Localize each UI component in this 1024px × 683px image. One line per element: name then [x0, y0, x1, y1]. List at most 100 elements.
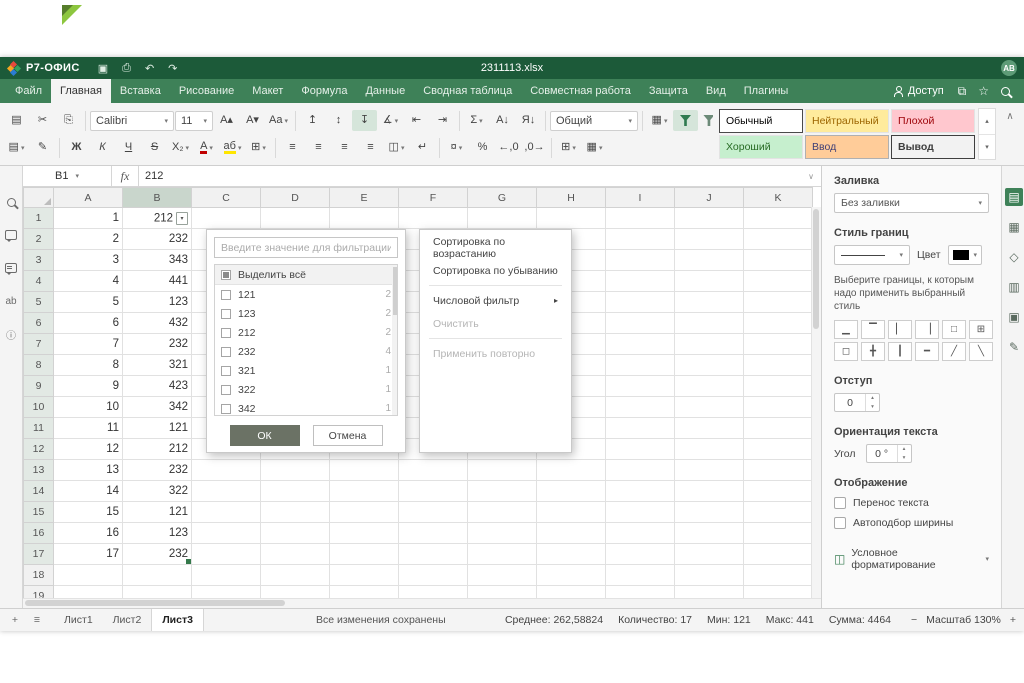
column-header-k[interactable]: K	[744, 188, 813, 208]
row-header-1[interactable]: 1	[24, 208, 54, 229]
cell-a6[interactable]: 6	[54, 313, 123, 334]
cell-g1[interactable]	[468, 208, 537, 229]
checkbox-icon[interactable]	[221, 309, 231, 319]
cell-f17[interactable]	[399, 544, 468, 565]
row-header-18[interactable]: 18	[24, 565, 54, 586]
checkbox-indeterminate-icon[interactable]	[221, 270, 231, 280]
font-size-select[interactable]: 11▾	[175, 111, 213, 131]
menu-tab-insert[interactable]: Вставка	[111, 79, 170, 103]
cell-h1[interactable]	[537, 208, 606, 229]
checkbox-icon[interactable]	[834, 517, 846, 529]
cell-g13[interactable]	[468, 460, 537, 481]
column-header-d[interactable]: D	[261, 188, 330, 208]
spinner-up-icon[interactable]: ▴	[866, 394, 879, 403]
spinner-up-icon[interactable]: ▴	[898, 445, 911, 454]
copy-style-icon[interactable]: ✎	[30, 137, 55, 158]
cell-g19[interactable]	[468, 586, 537, 599]
border-left[interactable]: ▏	[888, 320, 912, 339]
cell-k8[interactable]	[744, 355, 813, 376]
copy-icon[interactable]: ⎘	[56, 110, 81, 131]
paste-icon[interactable]: ▤	[4, 110, 29, 131]
border-line-style-select[interactable]: ▾	[834, 245, 910, 265]
border-inside-horizontal[interactable]: ━	[915, 342, 939, 361]
border-right[interactable]: ▕	[915, 320, 939, 339]
filter-scrollbar-thumb[interactable]	[393, 267, 397, 315]
border-outside[interactable]: ◻	[834, 342, 858, 361]
number-format-select[interactable]: Общий▾	[550, 111, 638, 131]
cell-b17[interactable]: 232	[123, 544, 192, 565]
cell-style-output[interactable]: Вывод	[891, 135, 975, 159]
row-header-19[interactable]: 19	[24, 586, 54, 599]
cell-d14[interactable]	[261, 481, 330, 502]
cell-j7[interactable]	[675, 334, 744, 355]
highlight-color-icon[interactable]: аб▾	[220, 137, 245, 158]
menu-tab-plugins[interactable]: Плагины	[735, 79, 798, 103]
cell-b8[interactable]: 321	[123, 355, 192, 376]
filter-search-input[interactable]	[214, 237, 398, 258]
row-header-13[interactable]: 13	[24, 460, 54, 481]
checkbox-icon[interactable]	[221, 290, 231, 300]
column-header-a[interactable]: A	[54, 188, 123, 208]
menu-tab-draw[interactable]: Рисование	[170, 79, 243, 103]
align-center-icon[interactable]: ≡	[306, 137, 331, 158]
cell-g14[interactable]	[468, 481, 537, 502]
checkbox-icon[interactable]	[834, 497, 846, 509]
search-icon[interactable]	[1001, 87, 1010, 96]
cell-c14[interactable]	[192, 481, 261, 502]
spinner-down-icon[interactable]: ▾	[866, 403, 879, 412]
cell-b12[interactable]: 212	[123, 439, 192, 460]
cell-k4[interactable]	[744, 271, 813, 292]
filter-item-342[interactable]: 3421	[215, 399, 397, 416]
cell-style-input[interactable]: Ввод	[805, 135, 889, 159]
cell-k3[interactable]	[744, 250, 813, 271]
cell-b10[interactable]: 342	[123, 397, 192, 418]
cell-j13[interactable]	[675, 460, 744, 481]
cell-k10[interactable]	[744, 397, 813, 418]
merge-cells-icon[interactable]: ◫▾	[384, 137, 409, 158]
cell-h19[interactable]	[537, 586, 606, 599]
cell-j5[interactable]	[675, 292, 744, 313]
border-none[interactable]: □	[942, 320, 966, 339]
cell-j18[interactable]	[675, 565, 744, 586]
cell-b4[interactable]: 441	[123, 271, 192, 292]
cell-a17[interactable]: 17	[54, 544, 123, 565]
chart-settings-icon[interactable]: ▥	[1005, 278, 1023, 296]
search-icon[interactable]	[3, 194, 19, 210]
column-header-g[interactable]: G	[468, 188, 537, 208]
gallery-down-icon[interactable]: ▾	[979, 134, 995, 160]
cell-j1[interactable]	[675, 208, 744, 229]
menu-tab-file[interactable]: Файл	[6, 79, 51, 103]
cell-style-good[interactable]: Хороший	[719, 135, 803, 159]
checkbox-icon[interactable]	[221, 328, 231, 338]
column-header-c[interactable]: C	[192, 188, 261, 208]
cell-b15[interactable]: 121	[123, 502, 192, 523]
subscript-icon[interactable]: X₂▾	[168, 137, 193, 158]
italic-icon[interactable]: К	[90, 137, 115, 158]
column-header-h[interactable]: H	[537, 188, 606, 208]
cell-style-bad[interactable]: Плохой	[891, 109, 975, 133]
border-bottom[interactable]: ▁	[834, 320, 858, 339]
cell-b18[interactable]	[123, 565, 192, 586]
align-bottom-icon[interactable]: ↧	[352, 110, 377, 131]
cell-f13[interactable]	[399, 460, 468, 481]
indent-spinner[interactable]: 0 ▴▾	[834, 393, 880, 412]
signature-settings-icon[interactable]: ✎	[1005, 338, 1023, 356]
cell-i3[interactable]	[606, 250, 675, 271]
border-inside[interactable]: ╋	[861, 342, 885, 361]
cell-f16[interactable]	[399, 523, 468, 544]
cell-a4[interactable]: 4	[54, 271, 123, 292]
cell-i13[interactable]	[606, 460, 675, 481]
expand-formula-bar-icon[interactable]: ∨	[801, 166, 821, 186]
cell-b13[interactable]: 232	[123, 460, 192, 481]
cell-i14[interactable]	[606, 481, 675, 502]
cell-style-normal[interactable]: Обычный	[719, 109, 803, 133]
column-header-j[interactable]: J	[675, 188, 744, 208]
cell-i19[interactable]	[606, 586, 675, 599]
cond-format-icon[interactable]: ▦▾	[582, 137, 607, 158]
cell-a9[interactable]: 9	[54, 376, 123, 397]
save-icon[interactable]: ▣	[98, 62, 108, 75]
cell-e1[interactable]	[330, 208, 399, 229]
cell-e18[interactable]	[330, 565, 399, 586]
row-header-9[interactable]: 9	[24, 376, 54, 397]
cell-i16[interactable]	[606, 523, 675, 544]
